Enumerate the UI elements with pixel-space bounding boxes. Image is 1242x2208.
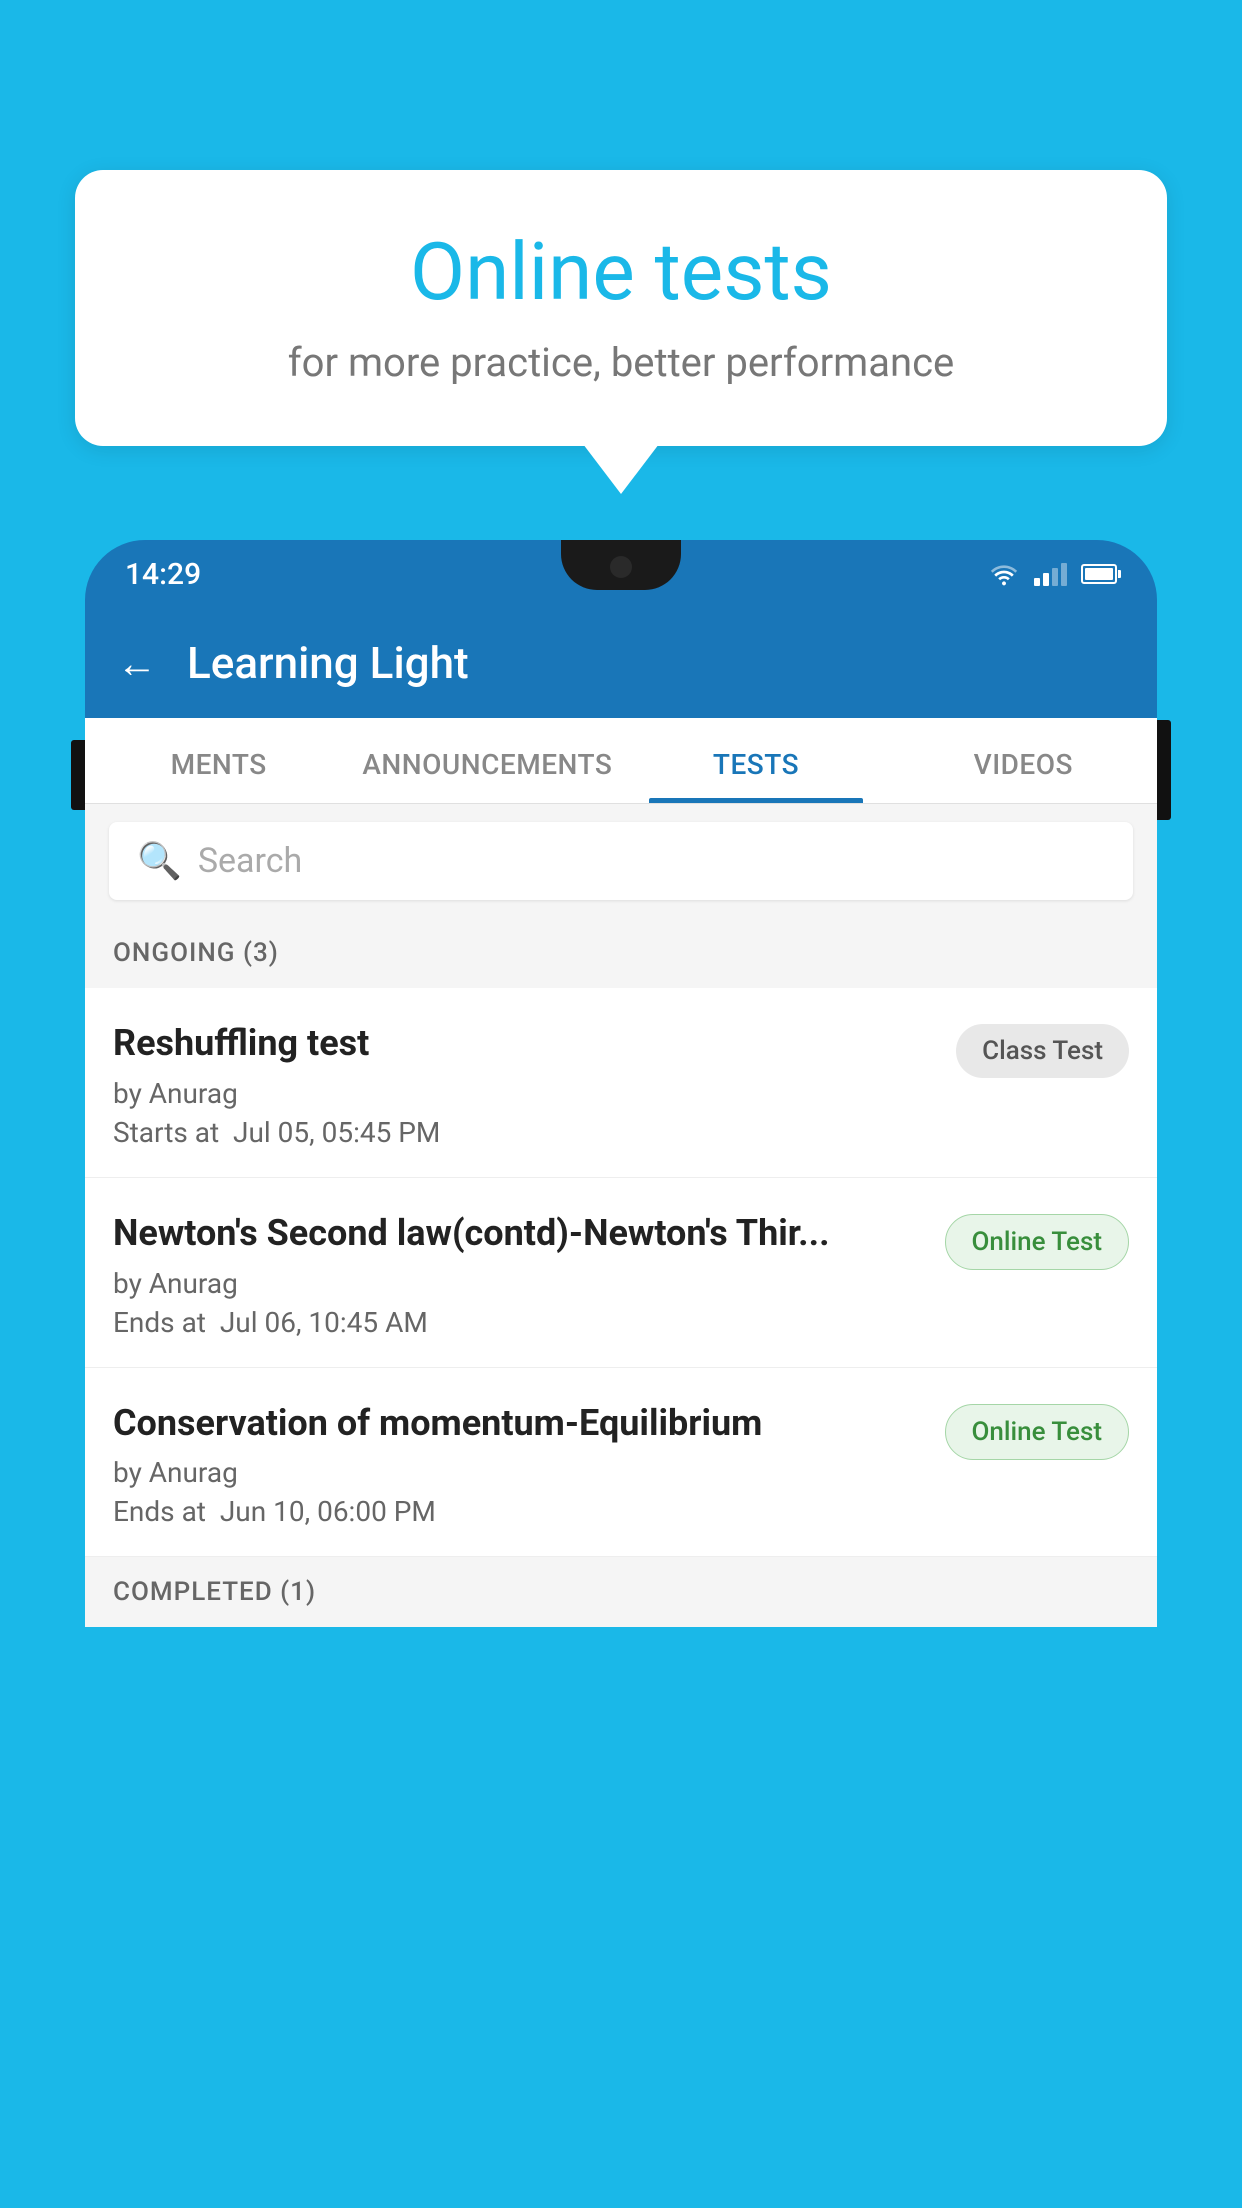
test-name-3: Conservation of momentum-Equilibrium <box>113 1400 925 1447</box>
test-by-2: by Anurag <box>113 1267 925 1300</box>
search-icon: 🔍 <box>137 840 182 882</box>
search-bar[interactable]: 🔍 Search <box>109 822 1133 900</box>
signal-icon <box>1034 562 1067 586</box>
test-item-1[interactable]: Reshuffling test by Anurag Starts at Jul… <box>85 988 1157 1178</box>
bubble-title: Online tests <box>135 225 1107 319</box>
test-time-2: Ends at Jul 06, 10:45 AM <box>113 1306 925 1339</box>
test-badge-3: Online Test <box>945 1404 1130 1460</box>
bubble-subtitle: for more practice, better performance <box>135 339 1107 386</box>
test-time-1: Starts at Jul 05, 05:45 PM <box>113 1116 936 1149</box>
app-title: Learning Light <box>187 637 469 689</box>
phone-right-button <box>1157 720 1171 820</box>
test-time-3: Ends at Jun 10, 06:00 PM <box>113 1495 925 1528</box>
phone-screen: 14:29 <box>85 540 1157 1627</box>
completed-section-header: COMPLETED (1) <box>85 1557 1157 1627</box>
test-by-3: by Anurag <box>113 1456 925 1489</box>
test-item-3[interactable]: Conservation of momentum-Equilibrium by … <box>85 1368 1157 1558</box>
test-info-1: Reshuffling test by Anurag Starts at Jul… <box>113 1020 956 1149</box>
tab-videos[interactable]: VIDEOS <box>890 718 1157 803</box>
phone-left-button <box>71 740 85 810</box>
phone-container: 14:29 <box>85 540 1157 2208</box>
test-badge-1: Class Test <box>956 1024 1129 1078</box>
tab-tests[interactable]: TESTS <box>622 718 889 803</box>
ongoing-section-header: ONGOING (3) <box>85 918 1157 988</box>
test-item-2[interactable]: Newton's Second law(contd)-Newton's Thir… <box>85 1178 1157 1368</box>
notch <box>561 540 681 590</box>
battery-icon <box>1081 564 1117 584</box>
test-name-1: Reshuffling test <box>113 1020 936 1067</box>
camera <box>610 556 632 578</box>
search-input[interactable]: Search <box>198 841 302 881</box>
back-button[interactable]: ← <box>117 640 157 687</box>
test-list: Reshuffling test by Anurag Starts at Jul… <box>85 988 1157 1557</box>
test-name-2: Newton's Second law(contd)-Newton's Thir… <box>113 1210 925 1257</box>
speech-bubble: Online tests for more practice, better p… <box>75 170 1167 446</box>
status-time: 14:29 <box>125 557 201 592</box>
test-badge-2: Online Test <box>945 1214 1130 1270</box>
wifi-icon <box>988 562 1020 586</box>
test-info-3: Conservation of momentum-Equilibrium by … <box>113 1400 945 1529</box>
test-info-2: Newton's Second law(contd)-Newton's Thir… <box>113 1210 945 1339</box>
status-bar: 14:29 <box>85 540 1157 608</box>
tab-ments[interactable]: MENTS <box>85 718 352 803</box>
app-toolbar: ← Learning Light <box>85 608 1157 718</box>
search-container: 🔍 Search <box>85 804 1157 918</box>
tab-bar: MENTS ANNOUNCEMENTS TESTS VIDEOS <box>85 718 1157 804</box>
tab-announcements[interactable]: ANNOUNCEMENTS <box>352 718 622 803</box>
test-by-1: by Anurag <box>113 1077 936 1110</box>
status-icons <box>988 562 1117 586</box>
